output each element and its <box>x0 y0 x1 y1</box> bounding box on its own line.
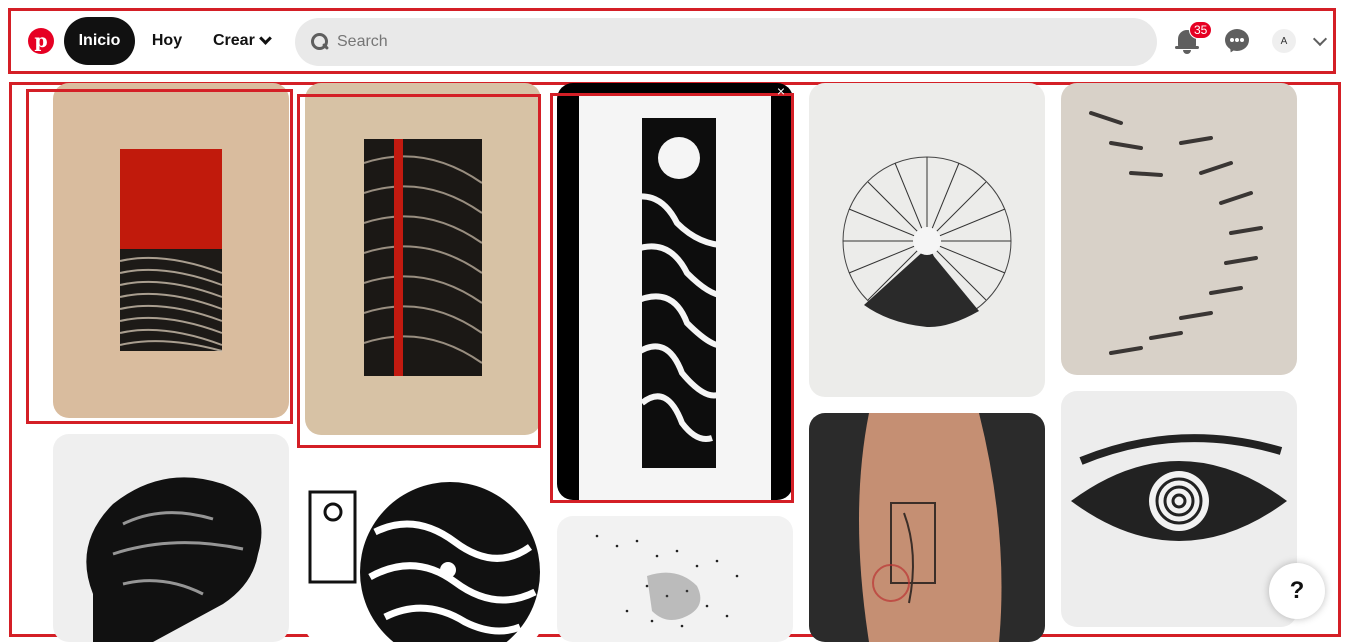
avatar[interactable]: A <box>1272 29 1296 53</box>
pin-sunburst-mountain[interactable] <box>809 83 1045 397</box>
pin-artwork <box>579 93 771 500</box>
pin-artwork <box>308 482 540 642</box>
pin-red-square-waves[interactable] <box>53 83 289 418</box>
pin-ink-head[interactable] <box>53 434 289 642</box>
pin-artwork <box>595 534 739 628</box>
pin-wavy-red-stripe[interactable] <box>305 83 541 435</box>
nav-crear-label: Crear <box>213 32 255 49</box>
nav-inicio-button[interactable]: Inicio <box>64 17 135 65</box>
pin-fish-school[interactable] <box>1061 83 1297 375</box>
pin-artwork <box>1089 111 1263 355</box>
chat-icon[interactable] <box>1225 29 1250 55</box>
nav-hoy-button[interactable]: Hoy <box>140 17 194 65</box>
pin-spiral-eye[interactable] <box>1061 391 1297 627</box>
notification-count-badge: 35 <box>1189 21 1213 39</box>
close-icon[interactable]: × <box>774 84 788 98</box>
pin-dotted-figure[interactable] <box>557 516 793 642</box>
chevron-down-icon <box>258 32 272 45</box>
chevron-down-icon[interactable] <box>1312 31 1328 47</box>
search-icon <box>311 33 329 51</box>
pin-artwork <box>86 477 262 642</box>
help-button[interactable]: ? <box>1269 563 1325 619</box>
pin-artwork <box>859 413 1002 642</box>
top-header: p Inicio Hoy Crear 35 A <box>12 12 1332 70</box>
pin-moon-wave-column[interactable] <box>557 83 793 500</box>
search-bar[interactable] <box>295 18 1157 66</box>
pin-artwork <box>1071 434 1287 541</box>
pin-artwork <box>363 139 483 376</box>
pin-turntable-waves[interactable] <box>305 452 541 642</box>
search-input[interactable] <box>337 33 1117 51</box>
pin-arm-tattoo[interactable] <box>809 413 1045 642</box>
pin-artwork <box>119 149 223 352</box>
pin-artwork <box>842 156 1012 328</box>
nav-crear-button[interactable]: Crear <box>206 17 276 65</box>
pinterest-logo-icon[interactable]: p <box>28 28 54 54</box>
logo-glyph: p <box>34 30 48 52</box>
